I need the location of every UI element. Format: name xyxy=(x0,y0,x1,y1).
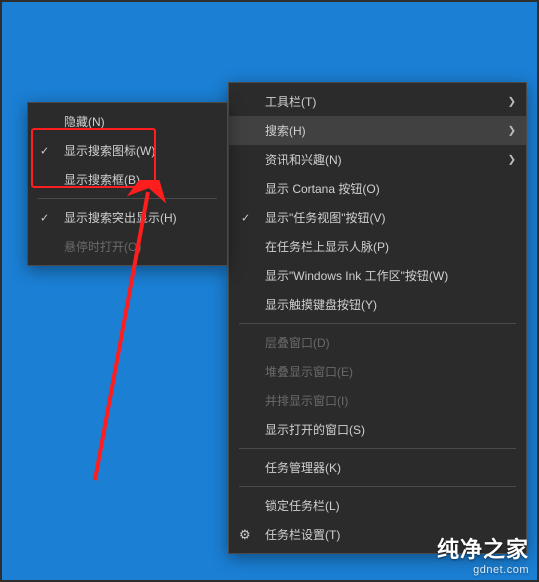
menu-item-lock[interactable]: 锁定任务栏(L) xyxy=(229,491,526,520)
taskbar-context-menu: 工具栏(T) ❯ 搜索(H) ❯ 资讯和兴趣(N) ❯ 显示 Cortana 按… xyxy=(228,82,527,554)
menu-item-taskmgr[interactable]: 任务管理器(K) xyxy=(229,453,526,482)
chevron-right-icon: ❯ xyxy=(508,154,516,165)
check-icon: ✓ xyxy=(241,211,250,224)
menu-item-label: 层叠窗口(D) xyxy=(265,334,330,351)
menu-item-people[interactable]: 在任务栏上显示人脉(P) xyxy=(229,232,526,261)
gear-icon: ⚙ xyxy=(239,527,251,543)
menu-item-label: 工具栏(T) xyxy=(265,93,316,110)
menu-item-label: 显示"任务视图"按钮(V) xyxy=(265,209,386,226)
submenu-item-show-icon[interactable]: ✓ 显示搜索图标(W) xyxy=(28,136,227,165)
menu-item-showdesktop[interactable]: 显示打开的窗口(S) xyxy=(229,415,526,444)
submenu-item-highlights[interactable]: ✓ 显示搜索突出显示(H) xyxy=(28,203,227,232)
menu-item-label: 显示触摸键盘按钮(Y) xyxy=(265,296,377,313)
watermark-title: 纯净之家 xyxy=(437,532,529,564)
menu-item-touchkb[interactable]: 显示触摸键盘按钮(Y) xyxy=(229,290,526,319)
menu-item-label: 显示"Windows Ink 工作区"按钮(W) xyxy=(265,267,448,284)
submenu-item-hidden[interactable]: 隐藏(N) xyxy=(28,107,227,136)
menu-item-toolbar[interactable]: 工具栏(T) ❯ xyxy=(229,87,526,116)
check-icon: ✓ xyxy=(40,211,49,224)
search-submenu: 隐藏(N) ✓ 显示搜索图标(W) 显示搜索框(B) ✓ 显示搜索突出显示(H)… xyxy=(27,102,228,266)
menu-item-taskview[interactable]: ✓ 显示"任务视图"按钮(V) xyxy=(229,203,526,232)
menu-item-label: 显示 Cortana 按钮(O) xyxy=(265,180,380,197)
menu-item-news[interactable]: 资讯和兴趣(N) ❯ xyxy=(229,145,526,174)
menu-item-label: 隐藏(N) xyxy=(64,113,105,130)
menu-separator xyxy=(239,448,516,449)
menu-item-label: 并排显示窗口(I) xyxy=(265,392,348,409)
menu-item-label: 锁定任务栏(L) xyxy=(265,497,340,514)
menu-separator xyxy=(239,323,516,324)
menu-item-label: 悬停时打开(O) xyxy=(64,238,141,255)
watermark: 纯净之家 gdnet.com xyxy=(437,532,529,576)
menu-item-label: 显示搜索图标(W) xyxy=(64,142,155,159)
menu-item-ink[interactable]: 显示"Windows Ink 工作区"按钮(W) xyxy=(229,261,526,290)
submenu-item-open-hover: 悬停时打开(O) xyxy=(28,232,227,261)
menu-item-label: 显示打开的窗口(S) xyxy=(265,421,365,438)
menu-item-label: 任务管理器(K) xyxy=(265,459,341,476)
menu-item-search[interactable]: 搜索(H) ❯ xyxy=(229,116,526,145)
menu-separator xyxy=(38,198,217,199)
check-icon: ✓ xyxy=(40,144,49,157)
menu-item-label: 在任务栏上显示人脉(P) xyxy=(265,238,389,255)
submenu-item-show-box[interactable]: 显示搜索框(B) xyxy=(28,165,227,194)
menu-item-label: 显示搜索突出显示(H) xyxy=(64,209,177,226)
chevron-right-icon: ❯ xyxy=(508,96,516,107)
menu-item-label: 堆叠显示窗口(E) xyxy=(265,363,353,380)
chevron-right-icon: ❯ xyxy=(508,125,516,136)
menu-item-sidebyside: 并排显示窗口(I) xyxy=(229,386,526,415)
menu-item-label: 任务栏设置(T) xyxy=(265,526,340,543)
menu-separator xyxy=(239,486,516,487)
menu-item-label: 显示搜索框(B) xyxy=(64,171,140,188)
watermark-url: gdnet.com xyxy=(437,564,529,576)
menu-item-label: 资讯和兴趣(N) xyxy=(265,151,342,168)
menu-item-label: 搜索(H) xyxy=(265,122,306,139)
menu-item-cortana[interactable]: 显示 Cortana 按钮(O) xyxy=(229,174,526,203)
menu-item-stacked: 堆叠显示窗口(E) xyxy=(229,357,526,386)
menu-item-cascade: 层叠窗口(D) xyxy=(229,328,526,357)
